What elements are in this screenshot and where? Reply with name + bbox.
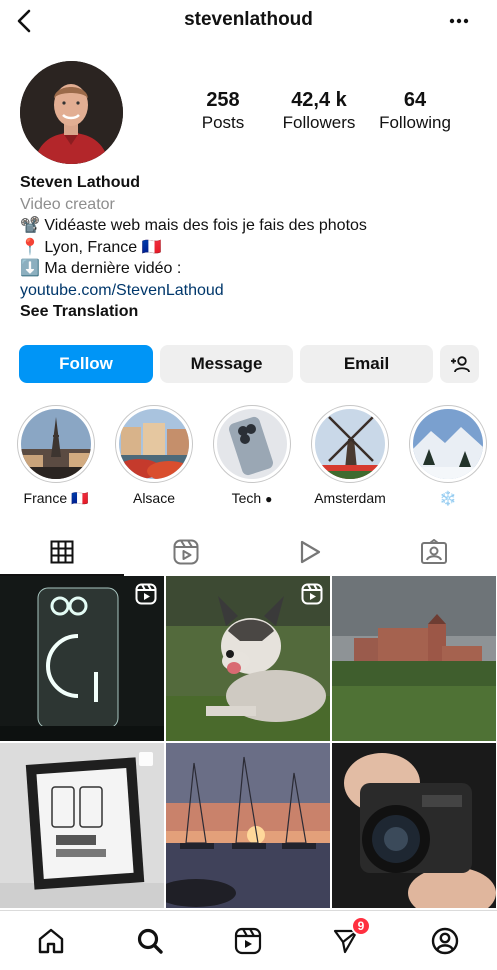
highlight-france-cover [21,409,91,479]
post-thumbnail[interactable] [0,743,164,908]
see-translation-button[interactable]: See Translation [20,301,480,323]
highlight-tech-cover [217,409,287,479]
posts-grid-icon [50,540,74,564]
nav-profile[interactable] [428,924,462,958]
story-highlights: France 🇫🇷 Alsace Tech ● Amsterdam ❄️ [0,405,497,515]
followers-label: Followers [282,113,356,132]
nav-direct-messages[interactable]: 9 [329,916,371,958]
post-thumbnail[interactable] [0,576,164,741]
highlight-alsace-cover [119,409,189,479]
highlight-snow[interactable]: ❄️ [409,405,487,507]
videos-play-icon [300,540,321,564]
apple-icon: ● [265,492,273,506]
nav-reels[interactable] [231,924,265,958]
followers-value: 42,4 k [291,89,347,111]
highlight-snow-cover [413,409,483,479]
post-thumbnail[interactable] [166,743,330,908]
notification-badge: 9 [351,916,371,936]
bio-line-2: 📍 Lyon, France 🇫🇷 [20,238,162,256]
bio-link[interactable]: youtube.com/StevenLathoud [20,280,480,302]
profile-icon [431,927,459,955]
highlight-tech[interactable]: Tech ● [213,405,291,506]
highlight-france-label: France 🇫🇷 [23,490,89,506]
message-button[interactable]: Message [160,345,293,383]
top-bar: stevenlathoud [0,0,497,42]
highlight-amsterdam[interactable]: Amsterdam [311,405,389,506]
reel-badge-icon [301,583,323,605]
bio-line-3: ⬇️ Ma dernière vidéo : [20,260,182,277]
profile-tabs [0,528,497,576]
bio-line-1: 📽️ Vidéaste web mais des fois je fais de… [20,217,367,234]
search-icon [137,928,163,954]
highlight-alsace-label: Alsace [132,490,176,506]
reels-icon [173,539,199,565]
highlight-amsterdam-label: Amsterdam [314,490,386,506]
tagged-icon [421,539,447,564]
suggest-people-button[interactable] [440,345,479,383]
profile-name: Steven Lathoud [20,174,141,191]
profile-username: stevenlathoud [184,9,313,30]
tab-tagged[interactable] [372,528,496,576]
email-button[interactable]: Email [300,345,433,383]
bottom-navigation: 9 [0,910,497,970]
post-thumbnail[interactable] [332,743,496,908]
highlight-snow-label: ❄️ [439,490,457,506]
highlight-alsace[interactable]: Alsace [115,405,193,506]
posts-count[interactable]: 258 Posts [175,88,271,134]
post-thumbnail[interactable] [332,576,496,741]
following-count[interactable]: 64 Following [367,88,463,134]
multi-post-icon [138,751,156,769]
nav-home[interactable] [34,924,68,958]
profile-category: Video creator [20,195,115,213]
post-thumbnail[interactable] [166,576,330,741]
highlight-tech-label: Tech ● [231,490,273,506]
followers-count[interactable]: 42,4 k Followers [271,88,367,134]
following-value: 64 [403,89,427,111]
nav-search[interactable] [133,924,167,958]
following-label: Following [379,113,451,132]
add-person-icon [450,356,470,373]
posts-grid [0,576,497,910]
highlight-amsterdam-cover [315,409,385,479]
tab-reels[interactable] [124,528,248,576]
posts-value: 258 [206,89,240,111]
reels-icon [234,927,262,955]
profile-actions: Follow Message Email [19,345,479,383]
profile-bio: Steven Lathoud Video creator 📽️ Vidéaste… [20,172,480,323]
more-options-icon[interactable] [447,12,471,30]
home-icon [38,928,64,954]
posts-label: Posts [201,113,245,132]
follow-button[interactable]: Follow [19,345,153,383]
reel-badge-icon [135,583,157,605]
profile-avatar[interactable] [20,61,123,164]
tab-posts[interactable] [0,528,124,576]
highlight-france[interactable]: France 🇫🇷 [17,405,95,507]
tab-videos[interactable] [248,528,372,576]
